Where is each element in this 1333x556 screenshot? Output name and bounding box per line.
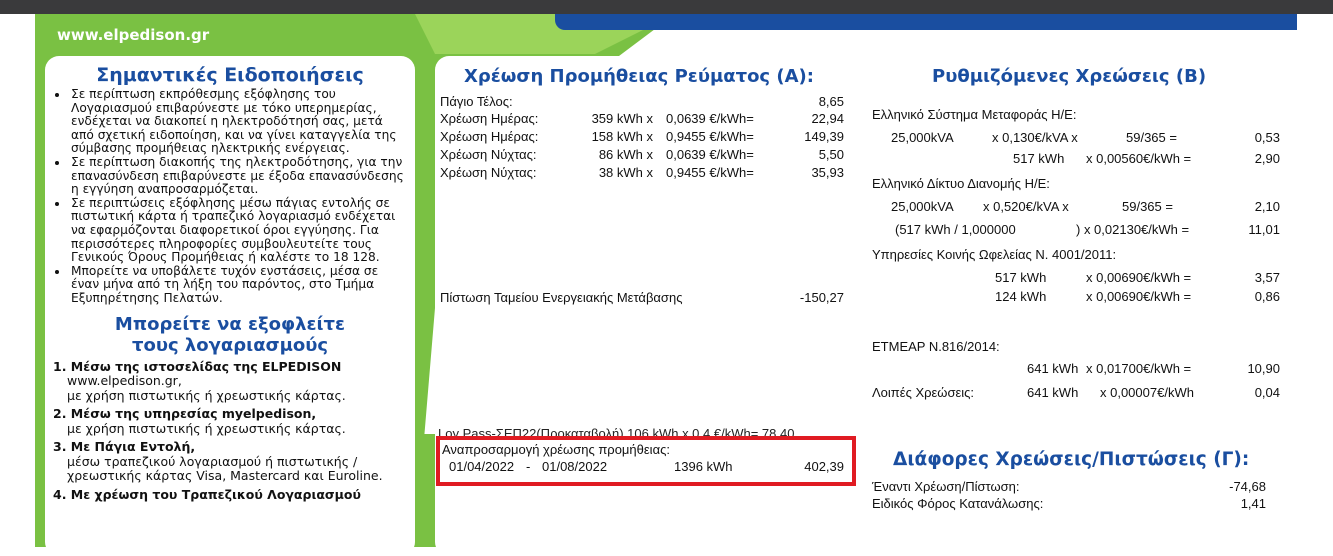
misc-value: -74,68	[1229, 479, 1266, 494]
blue-header-bar	[555, 14, 1297, 30]
payment-method-line: μέσω τραπεζικού λογαριασμού ή πιστωτικής…	[67, 453, 358, 469]
pso-rate: x 0,00690€/kWh =	[1086, 270, 1192, 285]
payment-method-2: 2. Μέσω της υπηρεσίας myelpedison, με χρ…	[53, 406, 405, 436]
pso-rate: x 0,00690€/kWh =	[1086, 289, 1192, 304]
transmission-kwh-value: 2,90	[1254, 151, 1280, 166]
distribution-kwh: (517 kWh / 1,000000	[895, 222, 1016, 237]
pso-kwh: 124 kWh	[995, 289, 1047, 304]
distribution-kwh-value: 11,01	[1248, 222, 1280, 237]
charge-value: 22,94	[811, 111, 844, 126]
misc-value: 1,41	[1240, 496, 1266, 511]
charge-rate: 0,0639 €/kWh=	[666, 111, 754, 126]
notice-item: Σε περίπτωση διακοπής της ηλεκτροδότησης…	[69, 155, 405, 197]
distribution-title: Ελληνικό Δίκτυο Διανομής Η/Ε:	[872, 176, 1050, 191]
fixed-fee-label: Πάγιο Τέλος:	[440, 94, 513, 109]
payment-method-1: 1. Μέσω της ιστοσελίδας της ELPEDISON ww…	[53, 358, 405, 404]
pso-value: 0,86	[1254, 289, 1280, 304]
charge-kwh: 38 kWh x	[598, 165, 653, 180]
charge-value: 5,50	[818, 147, 844, 162]
transmission-kva-rate: x 0,130€/kVA x	[992, 130, 1078, 145]
energy-transition-credit-label: Πίστωση Ταμείου Ενεργειακής Μετάβασης	[440, 290, 683, 305]
transmission-kva: 25,000kVA	[891, 130, 954, 145]
pso-kwh: 517 kWh	[995, 270, 1047, 285]
notices-title: Σημαντικές Ειδοποιήσεις	[96, 64, 364, 86]
etmear-title: ΕΤΜΕΑΡ Ν.816/2014:	[872, 339, 1000, 354]
transmission-kwh-rate: x 0,00560€/kWh =	[1086, 151, 1192, 166]
payment-title-line2: τους λογαριασμούς	[131, 334, 329, 356]
etmear-kwh: 641 kWh	[1027, 361, 1079, 376]
other-charges-value: 0,04	[1254, 385, 1280, 400]
other-charges-label: Λοιπές Χρεώσεις:	[872, 385, 975, 400]
pso-value: 3,57	[1254, 270, 1280, 285]
distribution-days: 59/365 =	[1122, 199, 1173, 214]
payment-method-title: 1. Μέσω της ιστοσελίδας της ELPEDISON	[53, 358, 342, 374]
regulated-title: Ρυθμιζόμενες Χρεώσεις (Β)	[932, 66, 1207, 87]
notice-item: Σε περιπτώσεις εξόφλησης μέσω πάγιας εντ…	[69, 196, 405, 265]
transmission-title: Ελληνικό Σύστημα Μεταφοράς Η/Ε:	[872, 107, 1077, 122]
other-charges-kwh: 641 kWh	[1027, 385, 1079, 400]
charge-rate: 0,9455 €/kWh=	[666, 129, 754, 144]
highlight-box	[436, 436, 856, 486]
notices-list: Σε περίπτωση εκπρόθεσμης εξόφλησης του Λ…	[55, 87, 405, 306]
other-charges-rate: x 0,00007€/kWh	[1100, 385, 1194, 400]
charge-value: 149,39	[804, 129, 844, 144]
distribution-kva-rate: x 0,520€/kVA x	[983, 199, 1069, 214]
charge-kwh: 158 kWh x	[591, 129, 653, 144]
supply-title: Χρέωση Προμήθειας Ρεύματος (Α):	[464, 66, 814, 87]
distribution-kva-value: 2,10	[1254, 199, 1280, 214]
payment-method-3: 3. Με Πάγια Εντολή, μέσω τραπεζικού λογα…	[53, 439, 405, 484]
etmear-rate: x 0,01700€/kWh =	[1086, 361, 1192, 376]
fixed-fee-value: 8,65	[818, 94, 844, 109]
notices-panel: Σημαντικές Ειδοποιήσεις Σε περίπτωση εκπ…	[45, 56, 415, 556]
charge-kwh: 359 kWh x	[591, 111, 653, 126]
payment-method-title: 4. Με χρέωση του Τραπεζικού Λογαριασμού	[53, 486, 361, 502]
payment-method-line: χρεωστικής κάρτας Visa, Mastercard και E…	[67, 468, 383, 483]
transmission-days: 59/365 =	[1126, 130, 1177, 145]
etmear-value: 10,90	[1247, 361, 1280, 376]
notice-item: Μπορείτε να υποβάλετε τυχόν ενστάσεις, μ…	[69, 264, 405, 306]
misc-label: Ειδικός Φόρος Κατανάλωσης:	[872, 496, 1044, 511]
payment-method-4: 4. Με χρέωση του Τραπεζικού Λογαριασμού	[53, 486, 405, 503]
charge-label: Χρέωση Νύχτας:	[440, 165, 537, 180]
viewer-top-bar	[0, 0, 1333, 14]
distribution-kwh-rate: ) x 0,02130€/kWh =	[1076, 222, 1190, 237]
transmission-kwh: 517 kWh	[1013, 151, 1065, 166]
payment-method-line: με χρήση πιστωτικής ή χρεωστικής κάρτας.	[67, 420, 346, 436]
charge-rate: 0,9455 €/kWh=	[666, 165, 754, 180]
charge-label: Χρέωση Ημέρας:	[440, 129, 539, 144]
charge-value: 35,93	[811, 165, 844, 180]
charge-label: Χρέωση Νύχτας:	[440, 147, 537, 162]
payment-methods: 1. Μέσω της ιστοσελίδας της ELPEDISON ww…	[53, 358, 405, 503]
pso-title: Υπηρεσίες Κοινής Ωφελείας Ν. 4001/2011:	[872, 247, 1117, 262]
payment-method-title: 3. Με Πάγια Εντολή,	[53, 439, 196, 454]
payment-title-line1: Μπορείτε να εξοφλείτε	[114, 313, 346, 335]
charge-label: Χρέωση Ημέρας:	[440, 111, 539, 126]
energy-transition-credit-value: -150,27	[799, 290, 844, 305]
misc-label: Έναντι Χρέωση/Πίστωση:	[872, 479, 1020, 494]
payment-method-line: με χρήση πιστωτικής ή χρεωστικής κάρτας.	[67, 387, 346, 403]
charge-rate: 0,0639 €/kWh=	[666, 147, 754, 162]
distribution-kva: 25,000kVA	[891, 199, 954, 214]
payment-method-title: 2. Μέσω της υπηρεσίας myelpedison,	[53, 406, 317, 421]
partially-hidden-line: Loy Pass-ΣΕΠ22(Προκαταβολή) 106 kWh x 0,…	[438, 426, 795, 436]
misc-title: Διάφορες Χρεώσεις/Πιστώσεις (Γ):	[893, 449, 1250, 470]
website-url[interactable]: www.elpedison.gr	[57, 26, 209, 44]
notice-item: Σε περίπτωση εκπρόθεσμης εξόφλησης του Λ…	[69, 87, 405, 156]
payment-method-line[interactable]: www.elpedison.gr,	[53, 373, 182, 388]
payment-title: Μπορείτε να εξοφλείτε τους λογαριασμούς	[55, 314, 405, 356]
transmission-kva-value: 0,53	[1254, 130, 1280, 145]
charge-kwh: 86 kWh x	[598, 147, 653, 162]
